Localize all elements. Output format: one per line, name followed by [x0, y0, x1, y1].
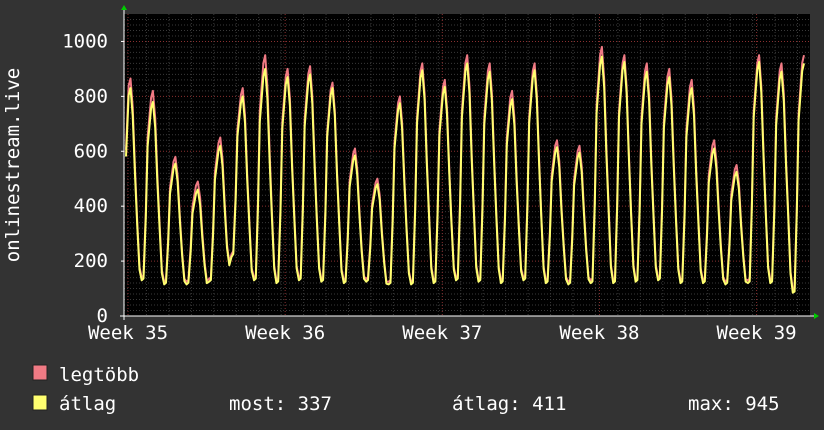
- legend-label-atlag: átlag: [59, 393, 116, 415]
- x-tick-label: Week 38: [559, 322, 639, 344]
- legend-swatch-atlag: [32, 394, 48, 411]
- y-tick-label: 400: [74, 195, 108, 217]
- chart: 02004006008001000Week 35 Week 36 Week 37 We…: [2, 5, 819, 415]
- legend-label-legtobb: legtöbb: [59, 364, 139, 386]
- stat-max: max: 945: [688, 393, 780, 415]
- stat-atlag: átlag: 411: [452, 393, 566, 415]
- x-axis-arrow: [814, 313, 819, 319]
- y-axis-label: onlinestream.live: [2, 68, 24, 262]
- x-tick-label: Week 37: [402, 322, 482, 344]
- y-tick-label: 800: [74, 85, 108, 107]
- stat-most: most: 337: [229, 393, 332, 415]
- y-tick-label: 600: [74, 140, 108, 162]
- y-tick-label: 1000: [62, 30, 108, 52]
- x-tick-label: Week 35: [88, 322, 168, 344]
- legend-swatch-legtobb: [32, 364, 48, 381]
- y-axis-arrow: [121, 5, 127, 10]
- x-tick-label: Week 39: [717, 322, 797, 344]
- x-tick-label: Week 36: [245, 322, 325, 344]
- y-tick-label: 200: [74, 250, 108, 272]
